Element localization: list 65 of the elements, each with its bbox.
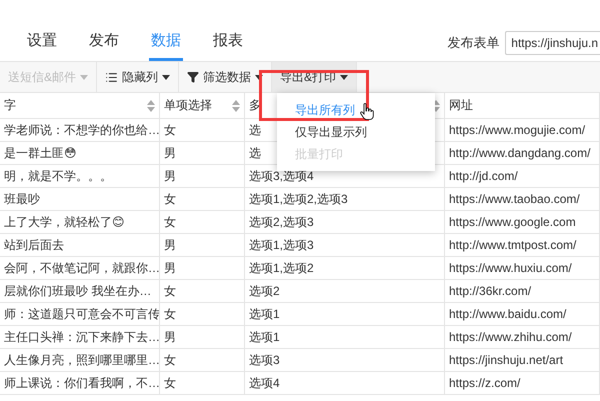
table-cell: 班最吵 (0, 188, 160, 211)
table-cell: 选项4 (245, 372, 445, 395)
table-cell: 女 (160, 303, 245, 326)
table-cell: 选项1 (245, 303, 445, 326)
table-cell: https://www.taobao.com/ (445, 188, 600, 211)
table-cell: 选项3 (245, 349, 445, 372)
table-cell: 师上课说：你们看我啊，不… (0, 372, 160, 395)
table-cell: 男 (160, 257, 245, 280)
caret-icon (80, 74, 88, 80)
table-cell: 男 (160, 234, 245, 257)
sort-icon[interactable] (147, 100, 155, 112)
table-cell: http://36kr.com/ (445, 280, 600, 303)
caret-icon (340, 74, 348, 80)
table-cell: 男 (160, 165, 245, 188)
table-cell: https://www.huxiu.com/ (445, 257, 600, 280)
table-cell: 女 (160, 280, 245, 303)
publish-label: 发布表单 (447, 34, 500, 52)
table-cell: https://www.zhihu.com/ (445, 326, 600, 349)
table-cell: 层就你们班最吵 我坐在办… (0, 280, 160, 303)
column-header[interactable]: 单项选择 (160, 93, 245, 119)
filter-icon (187, 71, 200, 83)
tab[interactable]: 发布 (87, 31, 121, 61)
table-cell: 选项3,选项4 (245, 165, 445, 188)
caret-icon (162, 74, 170, 80)
table-cell: https://z.com/ (445, 372, 600, 395)
table-cell: 主任口头禅：沉下来静下去… (0, 326, 160, 349)
table-cell: http://www.tmtpost.com/ (445, 234, 600, 257)
table-cell: https://www.mogujie.com/ (445, 119, 600, 142)
table-cell: http://www.dangdang.com/ (445, 142, 600, 165)
table-cell: 女 (160, 119, 245, 142)
caret-icon (255, 74, 264, 80)
table-cell: 女 (160, 211, 245, 234)
table-cell: 男 (160, 326, 245, 349)
sort-icon[interactable] (232, 100, 240, 112)
table-cell: 会阿，不做笔记阿，就跟你… (0, 257, 160, 280)
table-cell: 明，就是不学。。。 (0, 165, 160, 188)
table-cell: 选项1 (245, 326, 445, 349)
publish-url-field[interactable]: https://jinshuju.n (505, 31, 600, 55)
table-cell: https://www.google.com (445, 211, 600, 234)
table-cell: 人生像月亮，照到哪里哪里… (0, 349, 160, 372)
table-cell: 站到后面去 (0, 234, 160, 257)
table-cell: 女 (160, 372, 245, 395)
sort-icon[interactable] (432, 100, 440, 112)
tab[interactable]: 设置 (25, 31, 59, 61)
table-cell: 选项2 (245, 280, 445, 303)
table-cell: http://jd.com/ (445, 165, 600, 188)
column-header[interactable]: 网址 (445, 93, 600, 119)
hand-cursor-icon (360, 103, 374, 120)
list-icon (105, 70, 118, 84)
table-cell: https://jinshuju.net/art (445, 349, 600, 372)
table-cell: 女 (160, 188, 245, 211)
table-cell: 上了大学，就轻松了😊 (0, 211, 160, 234)
table-cell: 选项2,选项3 (245, 211, 445, 234)
table-cell: 是一群土匪😳 (0, 142, 160, 165)
table-cell: 选项1,选项3 (245, 234, 445, 257)
tab[interactable]: 报表 (211, 31, 245, 61)
toolbar-button[interactable]: 隐藏列 (97, 62, 180, 92)
menu-item[interactable]: 仅导出显示列 (277, 121, 436, 143)
table-cell: 男 (160, 142, 245, 165)
table-cell: 学老师说：不想学的你也给… (0, 119, 160, 142)
table-cell: 女 (160, 349, 245, 372)
table-cell: 选项1,选项2 (245, 257, 445, 280)
table-cell: 选项1,选项2,选项3 (245, 188, 445, 211)
column-header[interactable]: 字 (0, 93, 160, 119)
table-cell: http://www.baidu.com/ (445, 303, 600, 326)
